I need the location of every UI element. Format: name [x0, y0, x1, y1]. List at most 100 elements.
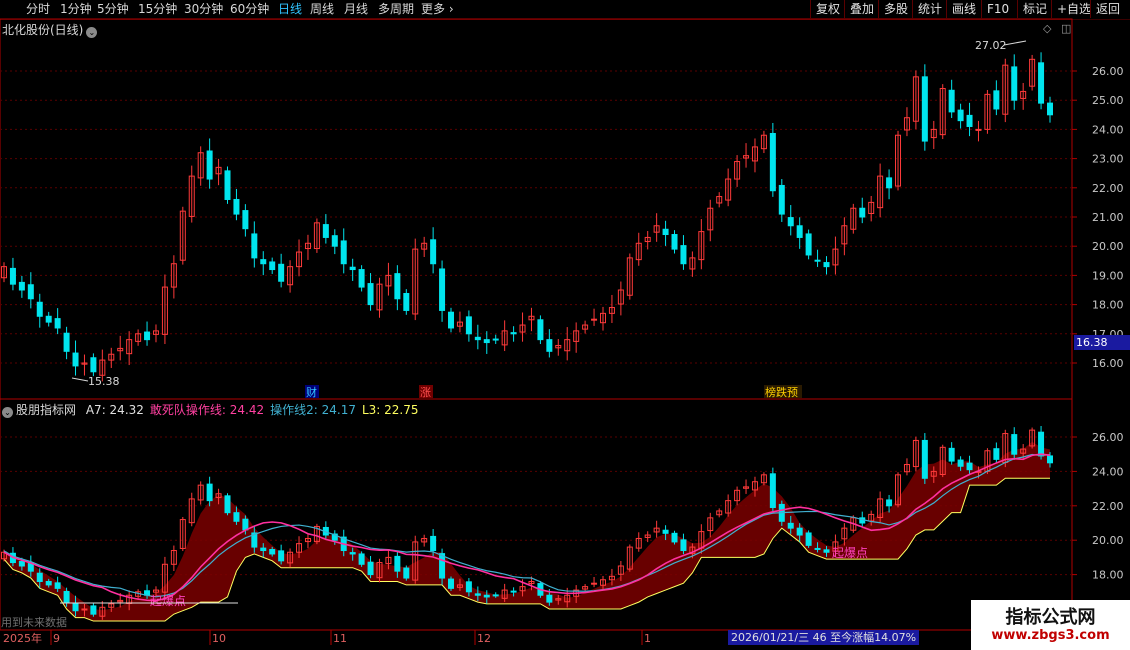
indicator-candle-body — [671, 532, 678, 543]
candle-body — [36, 301, 43, 317]
indicator-candle-body — [1047, 455, 1053, 464]
indicator-candle-body — [662, 529, 669, 534]
candle-body — [233, 198, 240, 215]
watermark: 指标公式网 www.zbgs3.com — [971, 600, 1130, 650]
indicator-candle-body — [224, 495, 231, 514]
candle-body — [993, 90, 1000, 110]
candle-body — [966, 114, 973, 127]
event-marker: 财 — [306, 385, 317, 399]
indicator-candle-body — [36, 572, 43, 582]
candle-body — [54, 318, 61, 329]
indicator-candle-body — [805, 532, 812, 546]
x-axis-label: 10 — [212, 632, 226, 645]
candle-body — [805, 233, 812, 256]
candle-body — [349, 266, 356, 271]
indicator-candle-body — [206, 483, 213, 502]
candle-body — [358, 269, 365, 288]
indicator-candle-body — [260, 547, 267, 552]
stock-title: 北化股份(日线) — [2, 23, 84, 37]
candle-body — [591, 318, 598, 321]
indicator-candle-body — [510, 590, 517, 593]
indicator-toggle-icon[interactable]: ⌄ — [2, 407, 13, 418]
indicator-y-tick-label: 24.00 — [1092, 465, 1124, 478]
x-axis-label: 9 — [53, 632, 60, 645]
candle-body — [823, 262, 830, 268]
indicator-candle-body — [72, 602, 79, 612]
indicator-candle-body — [492, 594, 499, 597]
candle-body — [769, 132, 776, 192]
low-price-label: 15.38 — [88, 375, 120, 388]
indicator-candle-body — [63, 590, 70, 603]
indicator-candle-body — [591, 582, 598, 585]
indicator-candle-body — [796, 527, 803, 536]
candle-body — [957, 109, 964, 122]
indicator-candle-body — [367, 561, 374, 576]
candle-body — [403, 293, 410, 311]
event-marker: 涨 — [420, 386, 431, 399]
indicator-legend: ⌄ 股朋指标网 A7: 24.32 敢死队操作线: 24.42 操作线2: 24.17… — [2, 401, 419, 418]
event-marker: 榜跌预 — [765, 385, 798, 399]
candle-body — [206, 150, 213, 180]
chart-canvas: 26.00 25.00 24.00 23.00 22.00 21.00 20.00 19.00… — [0, 18, 1130, 645]
indicator-candle-body — [546, 594, 553, 603]
indicator-candle-body — [465, 581, 472, 593]
candle-body — [72, 352, 79, 367]
candle-body — [921, 76, 928, 142]
candle-body — [465, 316, 472, 335]
candle-body — [671, 234, 678, 250]
main-y-tick-label: 21.00 — [1092, 211, 1124, 224]
candle-body — [787, 217, 794, 227]
indicator-candle-body — [886, 499, 893, 507]
main-y-tick-label: 24.00 — [1092, 123, 1124, 136]
watermark-url: www.zbgs3.com — [991, 628, 1110, 643]
main-panel-frame — [0, 18, 1073, 400]
indicator-candle-body — [233, 512, 240, 522]
x-axis-label: 1 — [644, 632, 651, 645]
candle-body — [144, 331, 151, 341]
indicator-y-tick-label: 20.00 — [1092, 534, 1124, 547]
indicator-candle-body — [448, 578, 455, 589]
candle-body — [814, 259, 821, 262]
diamond-icon[interactable]: ◇ — [1043, 22, 1051, 35]
candle-body — [27, 284, 34, 300]
indicator-candle-body — [394, 555, 401, 572]
panel-icon[interactable]: ◫ — [1061, 22, 1071, 35]
indicator-candle-body — [278, 550, 285, 562]
indicator-candle-body — [993, 448, 1000, 460]
main-y-tick-label: 19.00 — [1092, 269, 1124, 282]
chevron-down-icon[interactable]: ⌄ — [86, 27, 98, 38]
indicator-candle-body — [680, 539, 687, 552]
indicator-candle-body — [823, 549, 830, 553]
signal-label: 起爆点 — [150, 594, 186, 608]
indicator-candle-body — [921, 439, 928, 479]
main-y-tick-label: 25.00 — [1092, 94, 1124, 107]
high-price-label: 27.02 — [975, 39, 1007, 52]
candle-body — [510, 332, 517, 335]
indicator-candle-body — [814, 547, 821, 550]
indicator-candle-body — [18, 561, 25, 567]
candle-body — [322, 224, 329, 238]
candle-body — [537, 319, 544, 341]
x-axis-label: 2025年 — [3, 631, 42, 645]
main-y-tick-label: 23.00 — [1092, 153, 1124, 166]
candle-body — [1047, 102, 1053, 116]
watermark-title: 指标公式网 — [1005, 607, 1096, 628]
main-chart-title[interactable]: 北化股份(日线) ⌄ — [2, 21, 98, 38]
candle-body — [886, 177, 893, 189]
candle-body — [224, 170, 231, 200]
main-y-tick-label: 18.00 — [1092, 299, 1124, 312]
indicator-candle-body — [769, 473, 776, 509]
indicator-candle-body — [430, 535, 437, 552]
candle-body — [260, 259, 267, 265]
indicator-candle-body — [966, 462, 973, 471]
indicator-candle-body — [474, 593, 481, 596]
indicator-candle-body — [349, 552, 356, 555]
candle-body — [45, 315, 52, 323]
candle-body — [439, 268, 446, 311]
current-price-tag: 16.38 — [1074, 335, 1130, 350]
candle-body — [278, 263, 285, 282]
candle-body — [251, 233, 258, 259]
candle-body — [778, 184, 785, 215]
indicator-value-1: 敢死队操作线: 24.42 — [149, 403, 265, 417]
indicator-y-tick-label: 26.00 — [1092, 431, 1124, 444]
